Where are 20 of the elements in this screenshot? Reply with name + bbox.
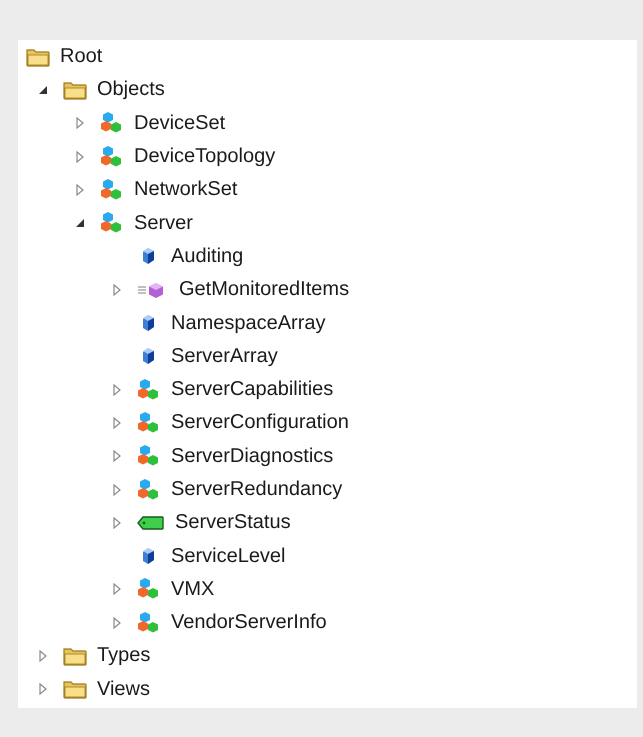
tree-item[interactable]: ServerRedundancy: [171, 478, 342, 501]
tree-item[interactable]: Views: [97, 678, 150, 701]
tree-item[interactable]: Types: [97, 644, 150, 668]
tree-item[interactable]: DeviceSet: [134, 112, 226, 135]
tree-item[interactable]: Auditing: [171, 244, 244, 268]
tree-item[interactable]: VendorServerInfo: [171, 611, 327, 634]
tree-item[interactable]: GetMonitoredItems: [179, 278, 350, 302]
tree-item[interactable]: ServerCapabilities: [171, 378, 334, 402]
tree-item[interactable]: ServerDiagnostics: [171, 444, 334, 468]
tree-item[interactable]: VMX: [171, 578, 214, 601]
tree-item[interactable]: ServerStatus: [175, 511, 291, 534]
tree-item[interactable]: NamespaceArray: [171, 312, 326, 335]
tree-item[interactable]: ServiceLevel: [171, 544, 286, 568]
tree-item[interactable]: Server: [134, 212, 193, 235]
tree-item[interactable]: Objects: [97, 78, 165, 102]
tree-item[interactable]: Root: [60, 45, 102, 68]
tree-item[interactable]: ServerArray: [171, 344, 278, 368]
tree-item[interactable]: DeviceTopology: [134, 145, 276, 168]
tree-item[interactable]: ServerConfiguration: [171, 411, 349, 434]
tree-item[interactable]: NetworkSet: [134, 178, 238, 202]
